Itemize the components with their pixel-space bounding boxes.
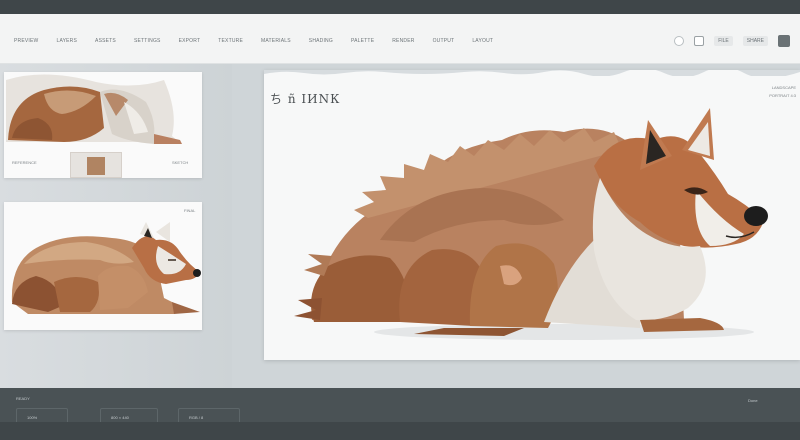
menu-item[interactable]: PALETTE — [349, 36, 376, 46]
menu-item[interactable]: RENDER — [390, 36, 416, 46]
zoom-value: 100% — [27, 415, 38, 420]
share-button[interactable]: SHARE — [742, 36, 768, 46]
canvas-size-value: 800 × 440 — [111, 415, 129, 420]
swatch-color — [87, 157, 105, 175]
card-caption-right: SKETCH — [172, 160, 189, 165]
menu-bar: PREVIEW LAYERS ASSETS SETTINGS EXPORT TE… — [12, 32, 495, 50]
main-canvas[interactable]: ち ñ ΙИΝК LANDSCAPE PORTRAIT 4:3 — [264, 70, 800, 360]
top-toolbar: PREVIEW LAYERS ASSETS SETTINGS EXPORT TE… — [0, 14, 800, 64]
user-menu-icon[interactable] — [778, 35, 790, 47]
menu-item[interactable]: ASSETS — [93, 36, 118, 46]
menu-item[interactable]: TEXTURE — [216, 36, 245, 46]
sync-icon[interactable] — [674, 36, 685, 46]
animal-artwork — [294, 108, 768, 340]
color-mode-value: RGB / 8 — [189, 415, 204, 420]
bottom-strip — [0, 422, 800, 440]
toolbar-actions: FILE SHARE — [674, 32, 790, 50]
file-button[interactable]: FILE — [714, 36, 733, 46]
workspace: REFERENCE SKETCH FINAL ち ñ ΙИΝК LANDSCAP… — [0, 64, 800, 388]
window-title-bar — [0, 0, 800, 14]
thumbnail-card-1[interactable]: REFERENCE SKETCH — [4, 72, 202, 178]
card-caption-left: REFERENCE — [12, 160, 37, 165]
menu-item[interactable]: LAYERS — [54, 36, 79, 46]
status-bar: READY 100% 800 × 440 RGB / 8 Done — [0, 388, 800, 440]
animal-thumbnail-2 — [11, 222, 201, 314]
color-swatch[interactable] — [70, 152, 122, 178]
status-text: READY — [16, 396, 30, 401]
menu-item[interactable]: PREVIEW — [12, 36, 40, 46]
menu-item[interactable]: EXPORT — [177, 36, 203, 46]
page-icon[interactable] — [694, 36, 705, 46]
thumbnail-card-2[interactable]: FINAL — [4, 202, 202, 330]
animal-thumbnail-1 — [4, 72, 202, 152]
menu-item[interactable]: OUTPUT — [431, 36, 457, 46]
menu-item[interactable]: SETTINGS — [132, 36, 163, 46]
menu-item[interactable]: MATERIALS — [259, 36, 293, 46]
status-right: Done — [748, 398, 758, 403]
menu-item[interactable]: LAYOUT — [470, 36, 495, 46]
menu-item[interactable]: SHADING — [307, 36, 335, 46]
